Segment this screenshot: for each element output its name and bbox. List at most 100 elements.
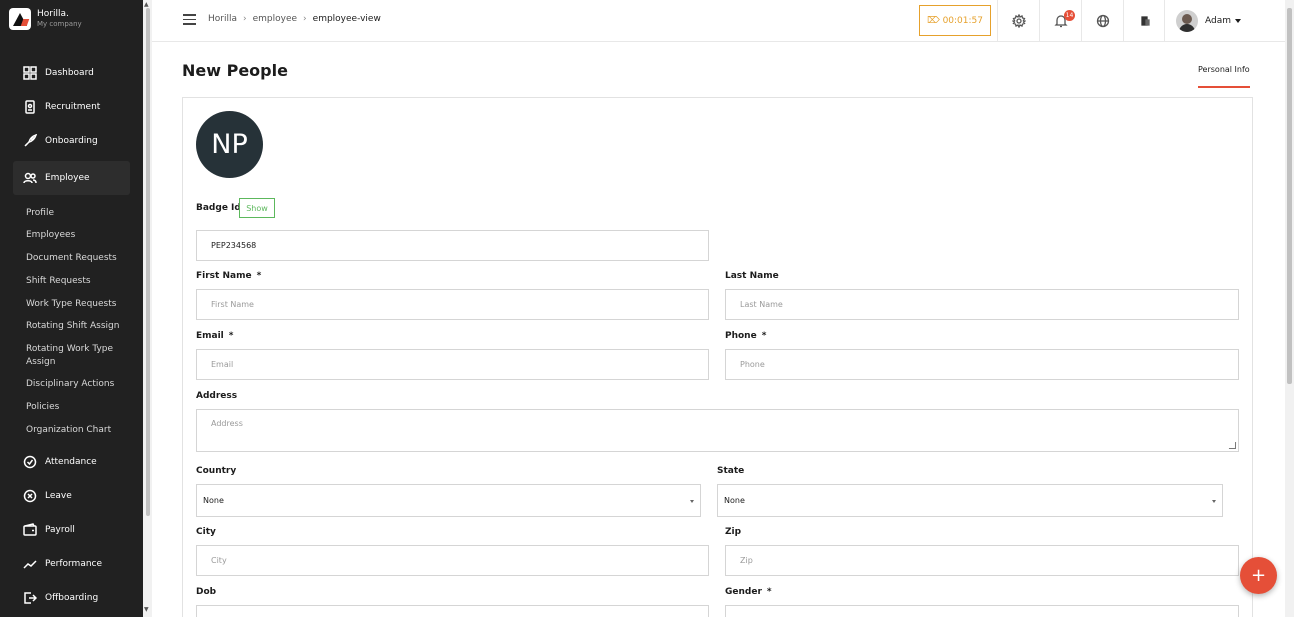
state-selected-value: None bbox=[724, 496, 745, 505]
submenu-item-document-requests[interactable]: Document Requests bbox=[26, 252, 136, 265]
company-name: My company bbox=[37, 20, 82, 28]
gender-label: Gender * bbox=[725, 587, 772, 597]
sidebar-item-leave[interactable]: Leave bbox=[13, 479, 130, 513]
page-title: New People bbox=[182, 61, 288, 80]
page-scrollbar-thumb[interactable] bbox=[1287, 8, 1292, 384]
trend-icon bbox=[22, 557, 37, 572]
plus-icon: + bbox=[1250, 565, 1267, 586]
sidebar-item-label: Payroll bbox=[45, 525, 75, 535]
phone-input[interactable]: Phone bbox=[725, 349, 1239, 380]
avatar bbox=[1176, 10, 1198, 32]
sidebar: Horilla. My company Dashboard Recruitmen… bbox=[0, 0, 143, 617]
sidebar-item-label: Employee bbox=[45, 173, 90, 183]
show-badge-button[interactable]: Show bbox=[239, 198, 275, 218]
leave-icon bbox=[22, 489, 37, 504]
dropdown-arrow-icon bbox=[1212, 500, 1216, 503]
sidebar-scrollbar-thumb[interactable] bbox=[146, 8, 150, 516]
scroll-up-icon[interactable]: ▲ bbox=[144, 1, 149, 8]
sidebar-item-label: Attendance bbox=[45, 457, 97, 467]
submenu-item-disciplinary-actions[interactable]: Disciplinary Actions bbox=[26, 378, 136, 391]
required-marker: * bbox=[256, 271, 262, 281]
quick-add-button[interactable]: + bbox=[1240, 557, 1277, 594]
city-label: City bbox=[196, 527, 216, 537]
submenu-item-rotating-shift-assign[interactable]: Rotating Shift Assign bbox=[26, 320, 136, 333]
required-marker: * bbox=[228, 331, 234, 341]
globe-icon bbox=[1096, 14, 1109, 28]
resize-handle-icon[interactable] bbox=[1228, 442, 1237, 449]
sidebar-item-offboarding[interactable]: Offboarding bbox=[13, 581, 130, 615]
breadcrumb: Horilla › employee › employee-view bbox=[208, 14, 381, 24]
submenu-item-employees[interactable]: Employees bbox=[26, 229, 136, 242]
scroll-down-icon[interactable]: ▼ bbox=[144, 606, 149, 613]
sidebar-item-employee[interactable]: Employee bbox=[13, 161, 130, 195]
sidebar-item-dashboard[interactable]: Dashboard bbox=[13, 56, 130, 90]
sidebar-item-label: Onboarding bbox=[45, 136, 98, 146]
first-name-input[interactable]: First Name bbox=[196, 289, 709, 320]
sidebar-item-performance[interactable]: Performance bbox=[13, 547, 130, 581]
sidebar-item-attendance[interactable]: Attendance bbox=[13, 445, 130, 479]
badge-id-label: Badge Id bbox=[196, 203, 241, 213]
user-menu[interactable]: Adam bbox=[1164, 0, 1285, 42]
gender-select[interactable] bbox=[725, 605, 1239, 617]
last-name-label: Last Name bbox=[725, 271, 779, 281]
submenu-item-policies[interactable]: Policies bbox=[26, 401, 136, 414]
brand-name: Horilla. bbox=[37, 9, 69, 19]
country-select[interactable]: None bbox=[196, 484, 701, 517]
settings-button[interactable] bbox=[997, 0, 1039, 42]
state-select[interactable]: None bbox=[717, 484, 1223, 517]
zip-input[interactable]: Zip bbox=[725, 545, 1239, 576]
submenu-item-work-type-requests[interactable]: Work Type Requests bbox=[26, 298, 136, 311]
breadcrumb-current: employee-view bbox=[312, 14, 381, 24]
last-name-input[interactable]: Last Name bbox=[725, 289, 1239, 320]
breadcrumb-item[interactable]: Horilla bbox=[208, 14, 237, 24]
address-label: Address bbox=[196, 391, 238, 401]
label-text: Email bbox=[196, 331, 224, 341]
phone-label: Phone * bbox=[725, 331, 766, 341]
recruitment-icon bbox=[22, 100, 37, 115]
email-input[interactable]: Email bbox=[196, 349, 709, 380]
email-label: Email * bbox=[196, 331, 234, 341]
required-marker: * bbox=[766, 587, 772, 597]
rocket-icon bbox=[22, 134, 37, 149]
building-icon bbox=[1140, 16, 1150, 26]
sidebar-item-label: Recruitment bbox=[45, 102, 101, 112]
chevron-right-icon: › bbox=[303, 14, 307, 24]
sidebar-item-label: Performance bbox=[45, 559, 103, 569]
check-in-timer-button[interactable]: ⌦ 00:01:57 bbox=[919, 5, 991, 36]
user-name: Adam bbox=[1205, 16, 1231, 26]
tab-personal-info[interactable]: Personal Info bbox=[1198, 65, 1250, 88]
submenu-item-shift-requests[interactable]: Shift Requests bbox=[26, 275, 136, 288]
sidebar-item-label: Leave bbox=[45, 491, 72, 501]
company-switch-button[interactable] bbox=[1123, 0, 1165, 42]
dropdown-arrow-icon bbox=[690, 500, 694, 503]
language-button[interactable] bbox=[1081, 0, 1123, 42]
notification-badge: 14 bbox=[1064, 10, 1075, 21]
exit-icon bbox=[22, 591, 37, 606]
breadcrumb-item[interactable]: employee bbox=[253, 14, 297, 24]
wallet-icon bbox=[22, 523, 37, 538]
submenu-item-organization-chart[interactable]: Organization Chart bbox=[26, 424, 136, 437]
notifications-button[interactable]: 14 bbox=[1039, 0, 1081, 42]
sidebar-item-recruitment[interactable]: Recruitment bbox=[13, 90, 130, 124]
sidebar-item-label: Dashboard bbox=[45, 68, 94, 78]
hamburger-menu-icon[interactable] bbox=[183, 14, 196, 26]
badge-id-input[interactable]: PEP234568 bbox=[196, 230, 709, 261]
city-input[interactable]: City bbox=[196, 545, 709, 576]
submenu-item-rotating-work-type-assign[interactable]: Rotating Work Type Assign bbox=[26, 343, 126, 368]
dashboard-icon bbox=[22, 66, 37, 81]
sidebar-item-payroll[interactable]: Payroll bbox=[13, 513, 130, 547]
dob-input[interactable] bbox=[196, 605, 709, 617]
submenu-item-profile[interactable]: Profile bbox=[26, 207, 136, 220]
profile-avatar[interactable]: NP bbox=[196, 111, 263, 178]
country-selected-value: None bbox=[203, 496, 224, 505]
label-text: Gender bbox=[725, 587, 762, 597]
people-icon bbox=[22, 171, 37, 186]
horilla-logo-icon bbox=[9, 8, 31, 30]
top-header: Horilla › employee › employee-view ⌦ 00:… bbox=[152, 0, 1285, 42]
sidebar-item-label: Offboarding bbox=[45, 593, 99, 603]
brand[interactable]: Horilla. My company bbox=[9, 8, 82, 30]
address-placeholder: Address bbox=[211, 419, 243, 428]
attendance-icon bbox=[22, 455, 37, 470]
sidebar-item-onboarding[interactable]: Onboarding bbox=[13, 124, 130, 158]
address-textarea[interactable]: Address bbox=[196, 409, 1239, 452]
